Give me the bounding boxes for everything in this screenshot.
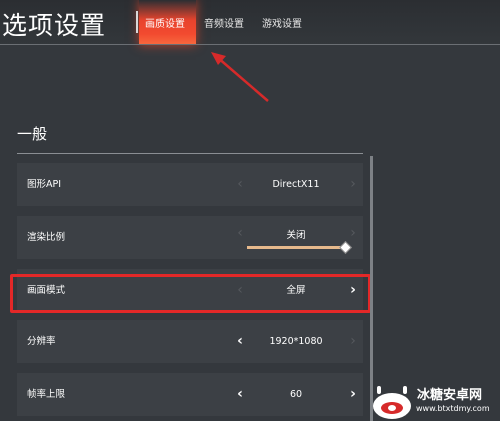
setting-row-graphics-api[interactable]: 图形API ‹ DirectX11 ›: [17, 163, 363, 206]
setting-row-resolution[interactable]: 分辨率 ‹ 1920*1080 ›: [17, 320, 363, 363]
chevron-right-icon[interactable]: ›: [346, 387, 360, 401]
render-scale-slider-track[interactable]: [247, 246, 344, 249]
setting-value: 关闭: [286, 230, 306, 241]
setting-label: 图形API: [27, 179, 62, 190]
setting-value: DirectX11: [272, 179, 320, 190]
setting-row-render-scale[interactable]: 渲染比例 ‹ 关闭 ›: [17, 216, 363, 259]
setting-value: 全屏: [286, 285, 306, 296]
chevron-right-icon[interactable]: ›: [346, 226, 360, 240]
chevron-right-icon[interactable]: ›: [346, 334, 360, 348]
setting-label: 分辨率: [27, 336, 56, 347]
watermark: 冰糖安卓网 www.btxtdmy.com: [370, 382, 500, 421]
section-divider: [17, 153, 363, 154]
watermark-name: 冰糖安卓网: [417, 388, 483, 403]
setting-value: 1920*1080: [269, 336, 323, 347]
setting-row-display-mode[interactable]: 画面模式 ‹ 全屏 ›: [17, 269, 363, 312]
setting-label: 渲染比例: [27, 232, 66, 243]
chevron-right-icon[interactable]: ›: [346, 177, 360, 191]
setting-value: 60: [289, 389, 303, 400]
setting-label: 帧率上限: [27, 389, 66, 400]
setting-label: 画面模式: [27, 285, 66, 296]
watermark-logo-icon: [373, 386, 411, 419]
section-title-general: 一般: [17, 125, 48, 143]
chevron-right-icon[interactable]: ›: [346, 283, 360, 297]
watermark-url: www.btxtdmy.com: [416, 404, 490, 413]
setting-row-frame-rate-limit[interactable]: 帧率上限 ‹ 60 ›: [17, 373, 363, 416]
